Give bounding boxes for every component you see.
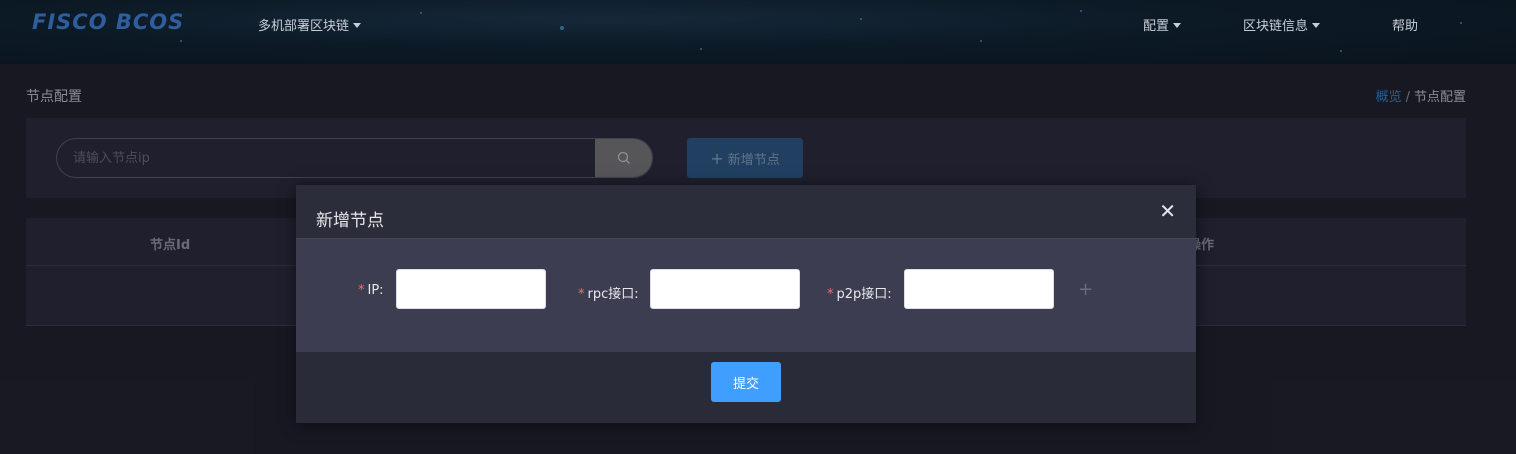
background-star — [180, 40, 182, 42]
p2p-port-label: * p2p接口: — [827, 283, 892, 302]
background-star — [700, 48, 702, 50]
ip-label: * IP: — [358, 283, 384, 298]
top-header: FISCO BCOS 多机部署区块链 配置 区块链信息 帮助 — [0, 0, 1516, 64]
background-star — [560, 26, 564, 30]
caret-down-icon — [353, 23, 362, 28]
required-mark: * — [578, 287, 585, 302]
nav-help-label: 帮助 — [1392, 19, 1419, 34]
dialog-footer: 提交 — [296, 352, 1196, 423]
background-star — [1080, 10, 1082, 12]
background-star — [980, 40, 982, 42]
close-icon[interactable]: ✕ — [1159, 201, 1176, 221]
rpc-port-label-text: rpc接口: — [587, 287, 639, 302]
add-row-plus-icon[interactable]: + — [1078, 279, 1093, 300]
dialog-title: 新增节点 — [316, 211, 384, 231]
nav-chain-info[interactable]: 区块链信息 — [1243, 15, 1321, 34]
logo[interactable]: FISCO BCOS — [32, 10, 184, 34]
nav-help[interactable]: 帮助 — [1392, 15, 1418, 34]
caret-down-icon — [1312, 23, 1321, 28]
p2p-port-label-text: p2p接口: — [836, 287, 892, 302]
nav-chain-info-label: 区块链信息 — [1243, 19, 1309, 34]
nav-config-label: 配置 — [1143, 19, 1170, 34]
p2p-port-field[interactable] — [904, 269, 1054, 309]
nav-multi-deploy-label: 多机部署区块链 — [258, 19, 350, 34]
ip-field[interactable] — [396, 269, 546, 309]
ip-label-text: IP: — [367, 283, 384, 298]
background-star — [860, 18, 862, 20]
required-mark: * — [358, 283, 365, 298]
background-star — [1460, 22, 1462, 24]
nav-multi-deploy[interactable]: 多机部署区块链 — [258, 15, 362, 34]
rpc-port-field[interactable] — [650, 269, 800, 309]
add-node-dialog: 新增节点 ✕ * IP: * rpc接口: * p2p接口: + 提交 — [296, 185, 1196, 423]
rpc-port-label: * rpc接口: — [578, 283, 639, 302]
background-star — [420, 12, 422, 14]
dialog-body: * IP: * rpc接口: * p2p接口: + — [296, 239, 1196, 352]
dialog-header: 新增节点 ✕ — [296, 185, 1196, 239]
caret-down-icon — [1173, 23, 1182, 28]
nav-config[interactable]: 配置 — [1143, 15, 1182, 34]
required-mark: * — [827, 287, 834, 302]
submit-button[interactable]: 提交 — [711, 362, 781, 402]
background-star — [1340, 50, 1342, 52]
